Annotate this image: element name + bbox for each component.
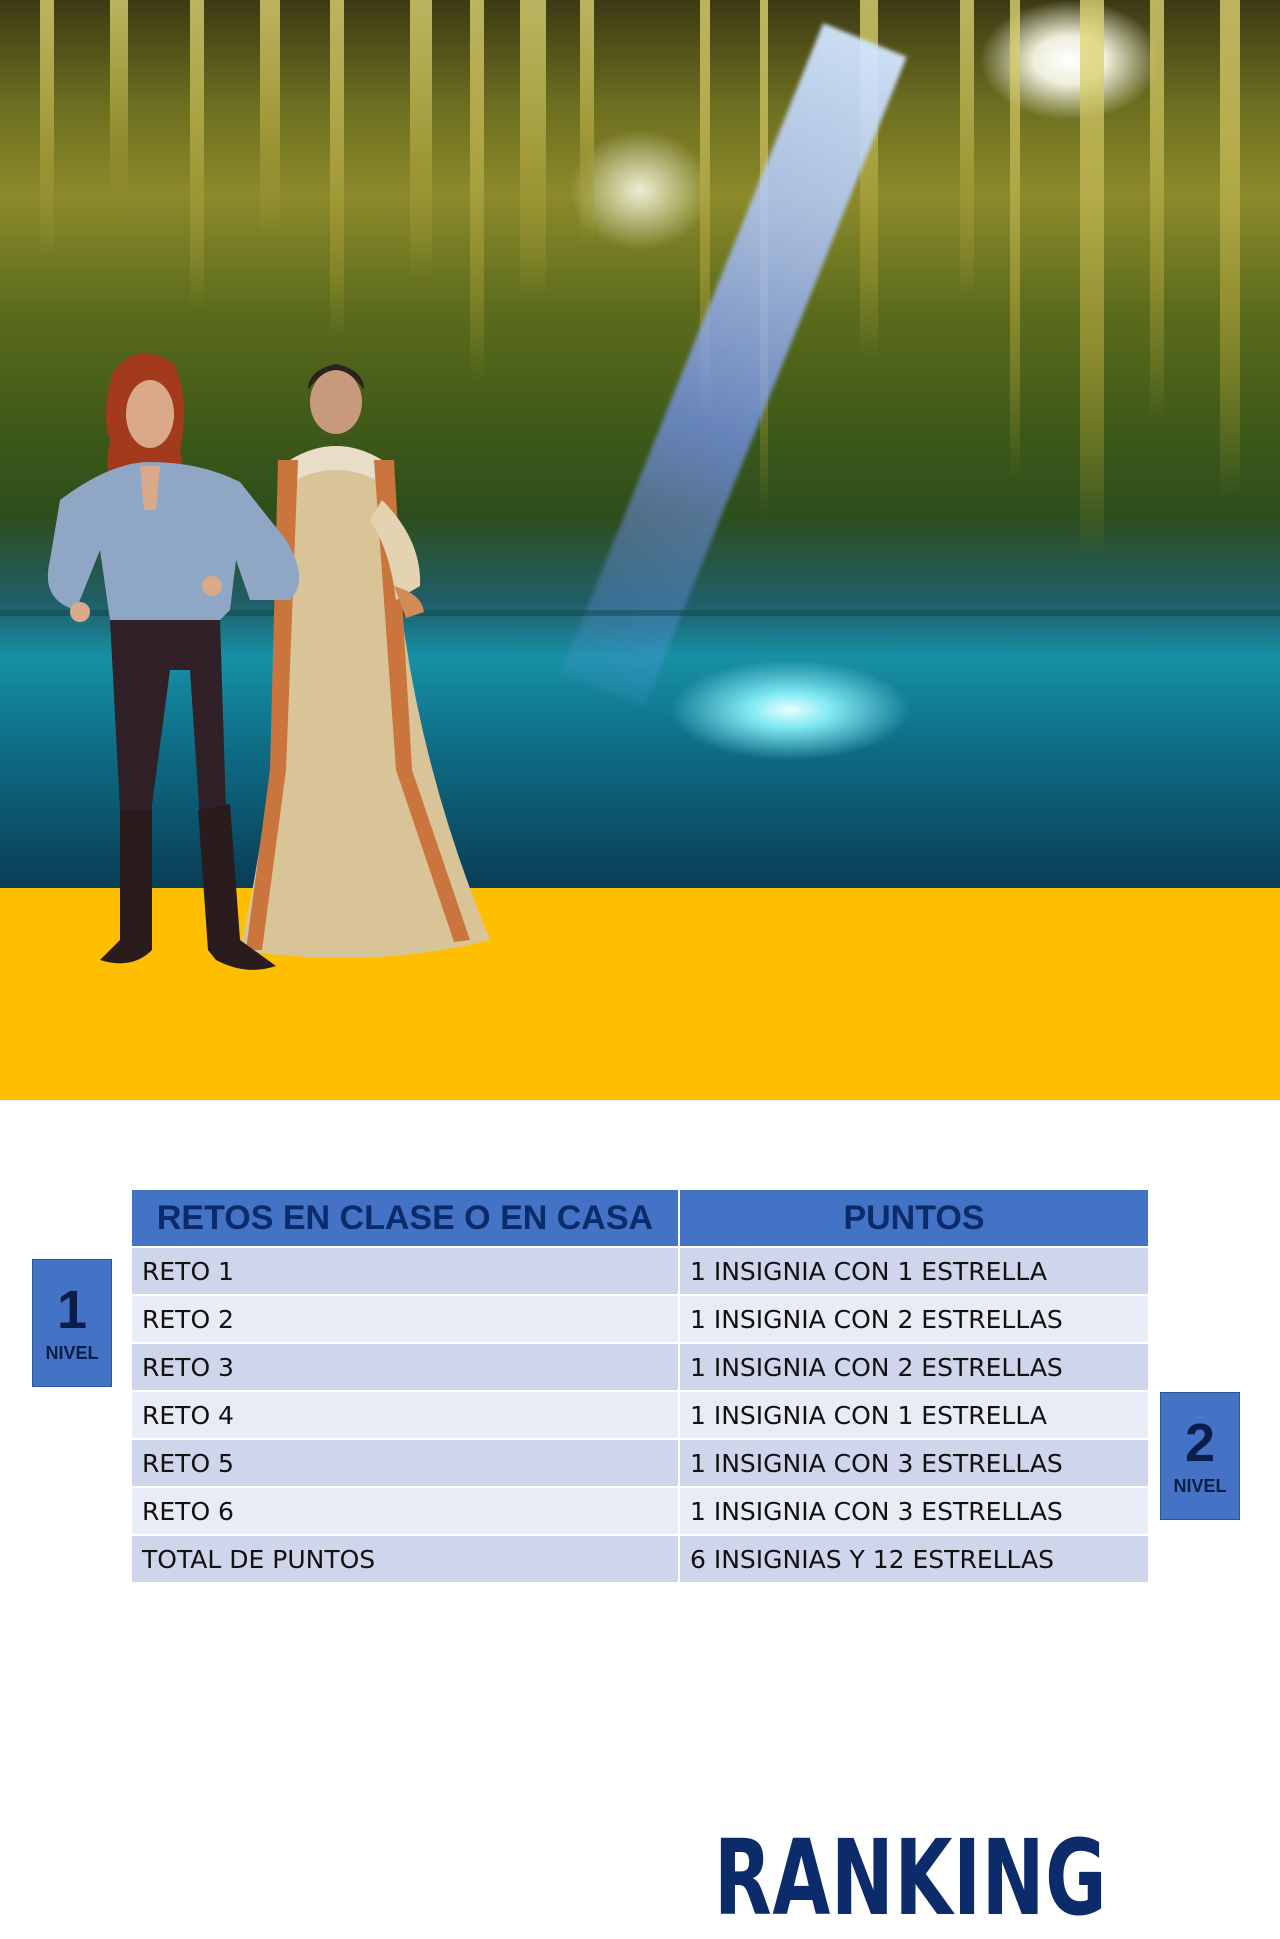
ranking-table: RETOS EN CLASE O EN CASA PUNTOS RETO 1 1…	[132, 1188, 1148, 1584]
level-number: 1	[56, 1279, 88, 1340]
total-label: TOTAL DE PUNTOS	[132, 1536, 680, 1582]
reto-cell: RETO 2	[132, 1296, 680, 1342]
characters-illustration	[47, 353, 490, 970]
level-number: 2	[1184, 1412, 1216, 1473]
puntos-cell: 1 INSIGNIA CON 3 ESTRELLAS	[680, 1440, 1148, 1486]
reto-cell: RETO 1	[132, 1248, 680, 1294]
level-label: NIVEL	[45, 1342, 99, 1363]
puntos-cell: 1 INSIGNIA CON 3 ESTRELLAS	[680, 1488, 1148, 1534]
level-1-badge: 1 NIVEL	[32, 1259, 112, 1387]
table-row: RETO 5 1 INSIGNIA CON 3 ESTRELLAS	[132, 1440, 1148, 1486]
reto-cell: RETO 4	[132, 1392, 680, 1438]
level-2-badge: 2 NIVEL	[1160, 1392, 1240, 1520]
table-header-row: RETOS EN CLASE O EN CASA PUNTOS	[132, 1190, 1148, 1246]
total-row: TOTAL DE PUNTOS 6 INSIGNIAS Y 12 ESTRELL…	[132, 1536, 1148, 1582]
table-row: RETO 3 1 INSIGNIA CON 2 ESTRELLAS	[132, 1344, 1148, 1390]
level-label: NIVEL	[1173, 1475, 1227, 1496]
table-row: RETO 1 1 INSIGNIA CON 1 ESTRELLA	[132, 1248, 1148, 1294]
table-row: RETO 4 1 INSIGNIA CON 1 ESTRELLA	[132, 1392, 1148, 1438]
puntos-cell: 1 INSIGNIA CON 1 ESTRELLA	[680, 1248, 1148, 1294]
puntos-cell: 1 INSIGNIA CON 2 ESTRELLAS	[680, 1296, 1148, 1342]
woman-figure	[240, 364, 490, 958]
reto-cell: RETO 3	[132, 1344, 680, 1390]
puntos-cell: 1 INSIGNIA CON 2 ESTRELLAS	[680, 1344, 1148, 1390]
puntos-cell: 1 INSIGNIA CON 1 ESTRELLA	[680, 1392, 1148, 1438]
reto-cell: RETO 6	[132, 1488, 680, 1534]
total-value: 6 INSIGNIAS Y 12 ESTRELLAS	[680, 1536, 1148, 1582]
page-title: RANKING	[714, 1817, 1108, 1939]
table-row: RETO 2 1 INSIGNIA CON 2 ESTRELLAS	[132, 1296, 1148, 1342]
light-beam	[561, 23, 907, 706]
column-header-retos: RETOS EN CLASE O EN CASA	[132, 1190, 680, 1246]
table-row: RETO 6 1 INSIGNIA CON 3 ESTRELLAS	[132, 1488, 1148, 1534]
reto-cell: RETO 5	[132, 1440, 680, 1486]
column-header-puntos: PUNTOS	[680, 1190, 1148, 1246]
